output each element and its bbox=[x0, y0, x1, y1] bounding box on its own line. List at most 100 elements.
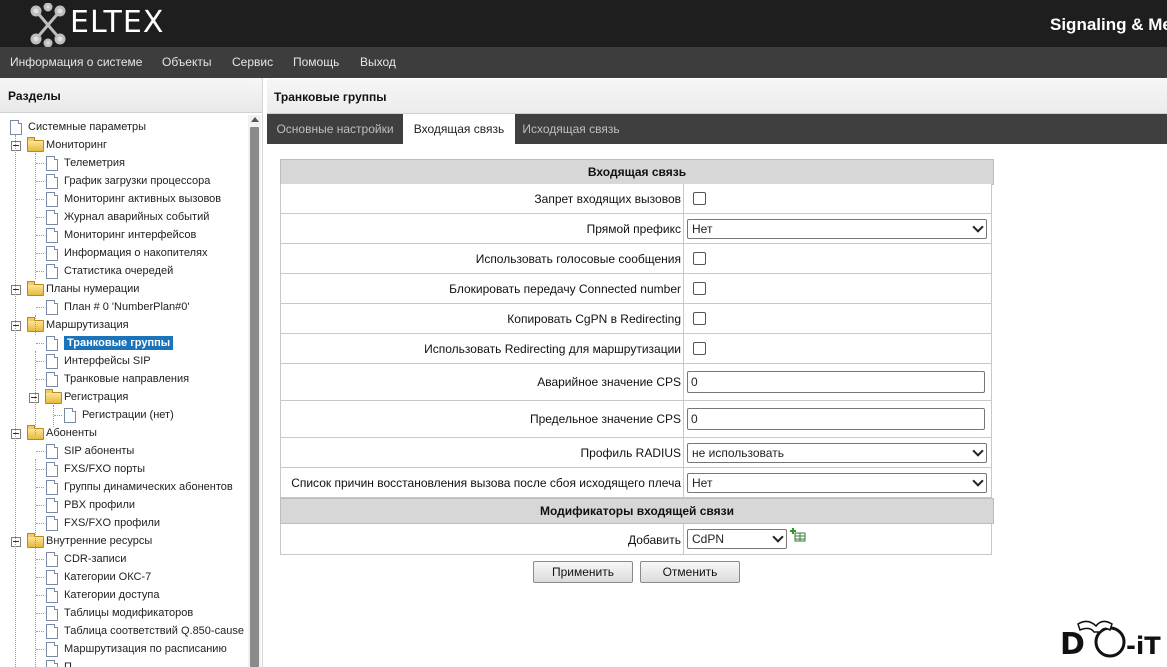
tree-item-13[interactable]: Интерфейсы SIP bbox=[0, 353, 248, 371]
collapse-toggle-icon[interactable] bbox=[11, 285, 21, 295]
document-icon bbox=[46, 372, 58, 387]
tree-connector bbox=[36, 181, 44, 182]
alarm-cps-input[interactable]: 0 bbox=[687, 371, 985, 393]
tree-item-21[interactable]: PBX профили bbox=[0, 497, 248, 515]
tree-item-8[interactable]: Статистика очередей bbox=[0, 263, 248, 281]
page-title: Транковые группы bbox=[274, 90, 387, 104]
limit-cps-input[interactable]: 0 bbox=[687, 408, 985, 430]
menu-objects[interactable]: Объекты bbox=[162, 55, 212, 69]
tree-folder-1[interactable]: Мониторинг bbox=[0, 137, 248, 155]
failover-causes-select[interactable]: Нет bbox=[687, 473, 987, 493]
chevron-down-icon bbox=[972, 221, 984, 233]
tree-item-label: Мониторинг интерфейсов bbox=[64, 229, 197, 241]
tree-item-28[interactable]: Таблица соответствий Q.850-cause bbox=[0, 623, 248, 641]
sections-header: Разделы bbox=[0, 78, 262, 113]
tree-item-12[interactable]: Транковые группы bbox=[0, 335, 248, 353]
chevron-down-icon bbox=[772, 531, 784, 543]
add-modifier-icon[interactable] bbox=[790, 528, 806, 542]
tree-scrollbar[interactable] bbox=[248, 115, 261, 667]
tree-item-label: Таблица соответствий Q.850-cause bbox=[64, 625, 244, 637]
tab-outgoing[interactable]: Исходящая связь bbox=[515, 114, 627, 144]
tree-folder-17[interactable]: Абоненты bbox=[0, 425, 248, 443]
tree-folder-23[interactable]: Внутренние ресурсы bbox=[0, 533, 248, 551]
tree-folder-15[interactable]: Регистрация bbox=[0, 389, 248, 407]
tree-item-14[interactable]: Транковые направления bbox=[0, 371, 248, 389]
tree-item-label: Маршрутизация bbox=[46, 319, 129, 331]
tree-item-2[interactable]: Телеметрия bbox=[0, 155, 248, 173]
tab-basic-settings[interactable]: Основные настройки bbox=[267, 114, 403, 144]
tree-item-6[interactable]: Мониторинг интерфейсов bbox=[0, 227, 248, 245]
document-icon bbox=[46, 444, 58, 459]
tree-item-label: FXS/FXO порты bbox=[64, 463, 146, 475]
tree-item-19[interactable]: FXS/FXO порты bbox=[0, 461, 248, 479]
modifier-type-select[interactable]: CdPN bbox=[687, 529, 787, 549]
tree-item-3[interactable]: График загрузки процессора bbox=[0, 173, 248, 191]
tree-item-29[interactable]: Маршрутизация по расписанию bbox=[0, 641, 248, 659]
tree-connector bbox=[36, 163, 44, 164]
collapse-toggle-icon[interactable] bbox=[11, 537, 21, 547]
tree-item-5[interactable]: Журнал аварийных событий bbox=[0, 209, 248, 227]
row-limit-cps: Предельное значение CPS 0 bbox=[280, 401, 992, 438]
logo-text: ELTEX bbox=[70, 5, 165, 40]
apply-button[interactable]: Применить bbox=[533, 561, 633, 583]
field-label: Копировать CgPN в Redirecting bbox=[507, 312, 681, 326]
tree-item-label: Системные параметры bbox=[28, 121, 147, 133]
menu-help[interactable]: Помощь bbox=[293, 55, 339, 69]
scrollbar-thumb[interactable] bbox=[250, 127, 259, 667]
tree-item-7[interactable]: Информация о накопителях bbox=[0, 245, 248, 263]
field-label: Аварийное значение CPS bbox=[537, 375, 681, 389]
tree-connector bbox=[36, 451, 44, 452]
direct-prefix-select[interactable]: Нет bbox=[687, 219, 987, 239]
document-icon bbox=[46, 462, 58, 477]
menu-service[interactable]: Сервис bbox=[232, 55, 273, 69]
tab-incoming[interactable]: Входящая связь bbox=[403, 114, 515, 144]
block-connected-checkbox[interactable] bbox=[693, 282, 706, 295]
tree-item-label: План # 0 'NumberPlan#0' bbox=[64, 301, 190, 313]
select-value: не использовать bbox=[692, 446, 784, 460]
tree-folder-11[interactable]: Маршрутизация bbox=[0, 317, 248, 335]
tree-guide-line bbox=[15, 135, 16, 667]
use-redirecting-checkbox[interactable] bbox=[693, 342, 706, 355]
tree-item-26[interactable]: Категории доступа bbox=[0, 587, 248, 605]
tree-connector bbox=[36, 307, 44, 308]
document-icon bbox=[10, 120, 22, 135]
tree-item-label: CDR-записи bbox=[64, 553, 127, 565]
tree-item-22[interactable]: FXS/FXO профили bbox=[0, 515, 248, 533]
tree-connector bbox=[36, 577, 44, 578]
tree-item-4[interactable]: Мониторинг активных вызовов bbox=[0, 191, 248, 209]
block-incoming-checkbox[interactable] bbox=[693, 192, 706, 205]
tree-item-24[interactable]: CDR-записи bbox=[0, 551, 248, 569]
tree-guide-line bbox=[35, 153, 36, 279]
tab-bar: Основные настройки Входящая связь Исходя… bbox=[267, 114, 1167, 144]
tree-item-0[interactable]: Системные параметры bbox=[0, 119, 248, 137]
document-icon bbox=[46, 210, 58, 225]
menu-system-info[interactable]: Информация о системе bbox=[10, 55, 142, 69]
row-alarm-cps: Аварийное значение CPS 0 bbox=[280, 364, 992, 401]
tree-item-30[interactable]: П bbox=[0, 659, 248, 667]
tree-item-label: Информация о накопителях bbox=[64, 247, 208, 259]
collapse-toggle-icon[interactable] bbox=[11, 429, 21, 439]
scroll-up-icon[interactable] bbox=[251, 117, 259, 122]
collapse-toggle-icon[interactable] bbox=[11, 141, 21, 151]
tree-connector bbox=[36, 379, 44, 380]
menu-exit[interactable]: Выход bbox=[360, 55, 396, 69]
tree-item-18[interactable]: SIP абоненты bbox=[0, 443, 248, 461]
tree-item-label: Мониторинг активных вызовов bbox=[64, 193, 222, 205]
field-label: Профиль RADIUS bbox=[580, 446, 681, 460]
tree-item-16[interactable]: Регистрации (нет) bbox=[0, 407, 248, 425]
row-direct-prefix: Прямой префикс Нет bbox=[280, 214, 992, 244]
eltex-logo-icon bbox=[30, 3, 66, 47]
collapse-toggle-icon[interactable] bbox=[29, 393, 39, 403]
radius-profile-select[interactable]: не использовать bbox=[687, 443, 987, 463]
tree-item-27[interactable]: Таблицы модификаторов bbox=[0, 605, 248, 623]
cancel-button[interactable]: Отменить bbox=[640, 561, 740, 583]
copy-cgpn-checkbox[interactable] bbox=[693, 312, 706, 325]
tree-folder-9[interactable]: Планы нумерации bbox=[0, 281, 248, 299]
tree-item-10[interactable]: План # 0 'NumberPlan#0' bbox=[0, 299, 248, 317]
tree-item-20[interactable]: Группы динамических абонентов bbox=[0, 479, 248, 497]
collapse-toggle-icon[interactable] bbox=[11, 321, 21, 331]
tree-item-label: П bbox=[64, 661, 72, 667]
tree-connector bbox=[36, 199, 44, 200]
tree-item-25[interactable]: Категории ОКС-7 bbox=[0, 569, 248, 587]
voice-messages-checkbox[interactable] bbox=[693, 252, 706, 265]
